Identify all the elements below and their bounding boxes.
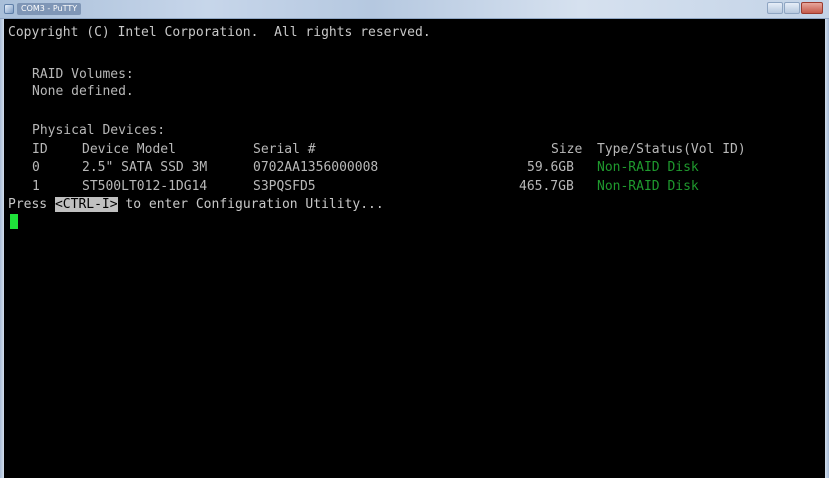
device-1-size: 465.7GB: [519, 179, 574, 194]
device-0-status: Non-RAID Disk: [597, 160, 699, 175]
putty-app-icon[interactable]: [4, 4, 14, 14]
device-0-model: 2.5" SATA SSD 3M: [82, 160, 208, 175]
ctrl-i-key-hint: <CTRL-I>: [54, 197, 118, 212]
prompt-suffix: to enter Configuration Utility...: [117, 197, 384, 212]
raid-volumes-none: None defined.: [32, 84, 134, 99]
window-controls: [767, 2, 823, 16]
device-1-model: ST500LT012-1DG14: [82, 179, 208, 194]
device-0-serial: 0702AA1356000008: [253, 160, 379, 175]
putty-window: COM3 - PuTTY Copyright (C) Intel Corpora…: [0, 0, 829, 478]
title-bar[interactable]: COM3 - PuTTY: [0, 0, 829, 19]
minimize-button[interactable]: [767, 2, 783, 14]
column-size: Size: [551, 142, 583, 157]
column-id: ID: [32, 142, 48, 157]
window-title: COM3 - PuTTY: [17, 3, 82, 15]
physical-devices-header: Physical Devices:: [32, 123, 166, 138]
device-1-serial: S3PQSFD5: [253, 179, 316, 194]
device-1-status: Non-RAID Disk: [597, 179, 699, 194]
terminal-console[interactable]: Copyright (C) Intel Corporation. All rig…: [4, 19, 825, 478]
copyright-line: Copyright (C) Intel Corporation. All rig…: [8, 25, 431, 40]
device-0-size: 59.6GB: [527, 160, 574, 175]
text-cursor: [10, 214, 18, 229]
close-button[interactable]: [801, 2, 823, 14]
column-device-model: Device Model: [82, 142, 176, 157]
prompt-prefix: Press: [8, 197, 55, 212]
device-1-id: 1: [32, 179, 40, 194]
window-frame-right: [825, 19, 829, 478]
column-serial: Serial #: [253, 142, 316, 157]
device-0-id: 0: [32, 160, 40, 175]
prompt-line: Press <CTRL-I> to enter Configuration Ut…: [8, 195, 384, 214]
column-type-status: Type/Status(Vol ID): [597, 142, 746, 157]
maximize-button[interactable]: [784, 2, 800, 14]
